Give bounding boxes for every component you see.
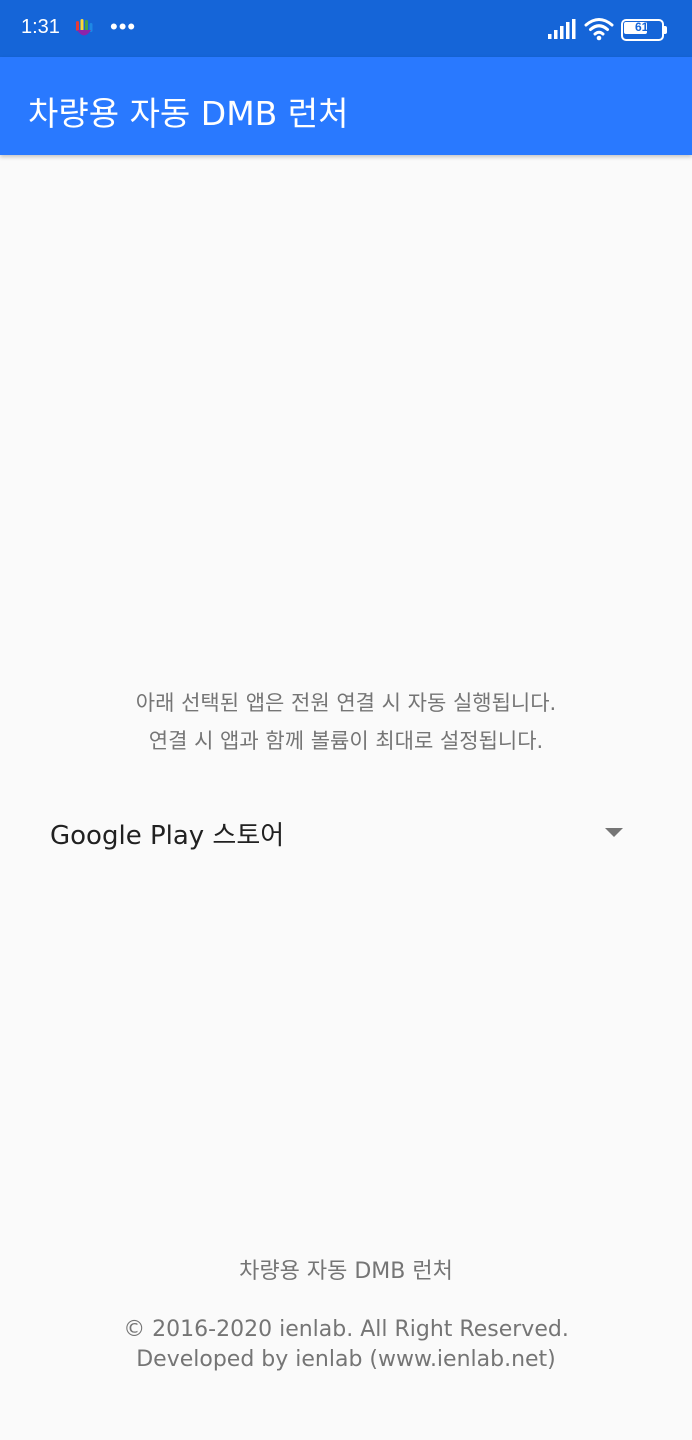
dropdown-arrow-icon[interactable] <box>605 828 623 837</box>
copyright-text: © 2016-2020 ienlab. All Right Reserved. <box>123 1317 569 1342</box>
signal-icon <box>548 19 576 39</box>
selected-app-label: Google Play 스토어 <box>50 821 285 851</box>
app-bar: 차량용 자동 DMB 런처 <box>0 57 692 155</box>
app-notification-icon <box>76 19 93 36</box>
description-line: 연결 시 앱과 함께 볼륨이 최대로 설정됩니다. <box>148 729 544 753</box>
developer-text: Developed by ienlab (www.ienlab.net) <box>136 1347 556 1372</box>
description-text: 아래 선택된 앱은 전원 연결 시 자동 실행됩니다. 연결 시 앱과 함께 볼… <box>0 684 692 760</box>
more-notifications-icon: ••• <box>110 14 137 39</box>
app-selector-dropdown[interactable]: Google Play 스토어 <box>34 800 644 866</box>
footer-app-name: 차량용 자동 DMB 런처 <box>239 1259 453 1284</box>
battery-icon: 61 <box>621 19 667 41</box>
battery-tip <box>664 26 667 34</box>
description-line: 아래 선택된 앱은 전원 연결 시 자동 실행됩니다. <box>135 691 557 715</box>
footer-credits: © 2016-2020 ienlab. All Right Reserved. … <box>0 1315 692 1375</box>
screen: 1:31 ••• 61 차량용 자동 DMB 런처 아래 선택된 앱은 전원 연… <box>0 0 692 1440</box>
battery-percent: 61 <box>635 20 649 34</box>
app-title: 차량용 자동 DMB 런처 <box>28 94 349 133</box>
wifi-icon <box>584 18 614 41</box>
status-bar: 1:31 ••• 61 <box>0 0 692 57</box>
status-time: 1:31 <box>21 16 60 38</box>
